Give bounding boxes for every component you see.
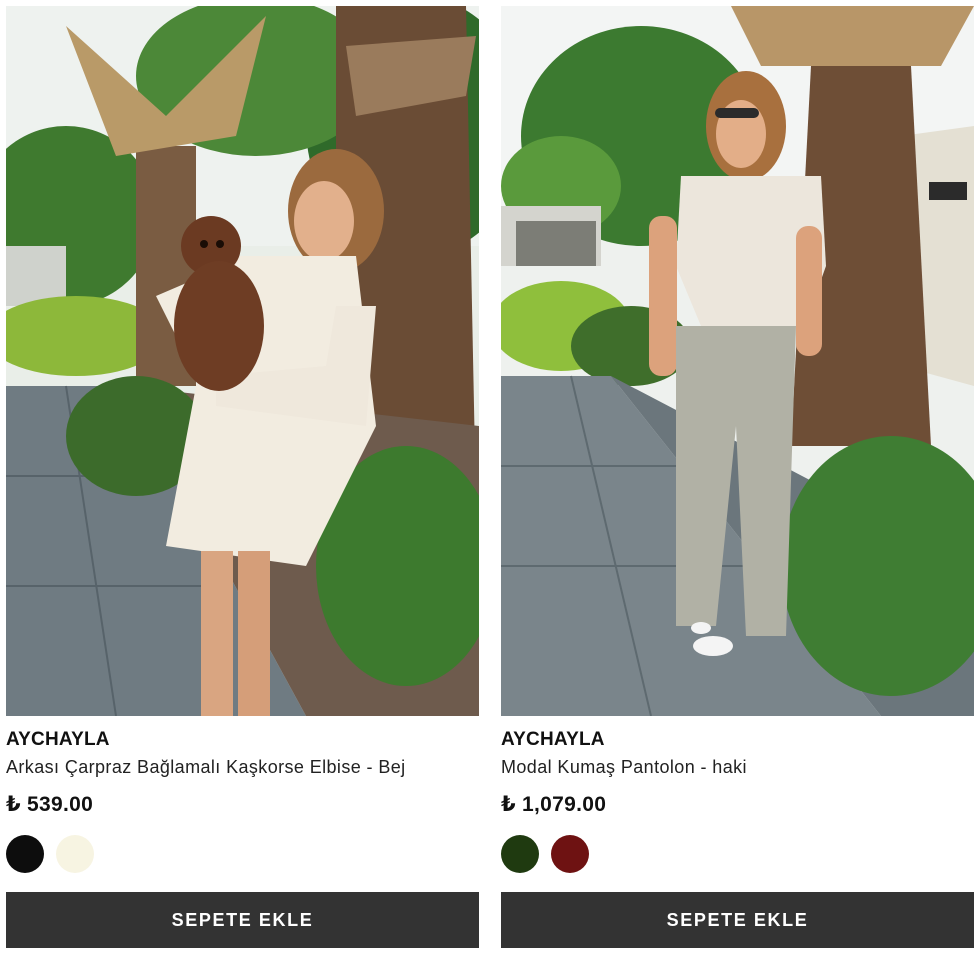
product-card[interactable]: AYCHAYLA Arkası Çarpraz Bağlamalı Kaşkor… [6, 6, 479, 948]
product-title[interactable]: Modal Kumaş Pantolon - haki [501, 757, 974, 779]
product-price: ₺ 539.00 [6, 793, 94, 816]
color-swatch-dark-green[interactable] [501, 835, 539, 873]
add-to-cart-button[interactable]: SEPETE EKLE [501, 892, 974, 948]
product-image[interactable] [6, 6, 479, 716]
product-price: ₺ 1,079.00 [501, 793, 607, 816]
color-swatch-black[interactable] [6, 835, 44, 873]
product-title[interactable]: Arkası Çarpraz Bağlamalı Kaşkorse Elbise… [6, 757, 479, 779]
product-image[interactable] [501, 6, 974, 716]
product-card[interactable]: AYCHAYLA Modal Kumaş Pantolon - haki ₺ 1… [501, 6, 974, 948]
color-swatches [501, 835, 974, 873]
color-swatch-burgundy[interactable] [551, 835, 589, 873]
color-swatch-cream[interactable] [56, 835, 94, 873]
product-brand[interactable]: AYCHAYLA [6, 729, 479, 751]
product-brand[interactable]: AYCHAYLA [501, 729, 974, 751]
add-to-cart-button[interactable]: SEPETE EKLE [6, 892, 479, 948]
color-swatches [6, 835, 479, 873]
